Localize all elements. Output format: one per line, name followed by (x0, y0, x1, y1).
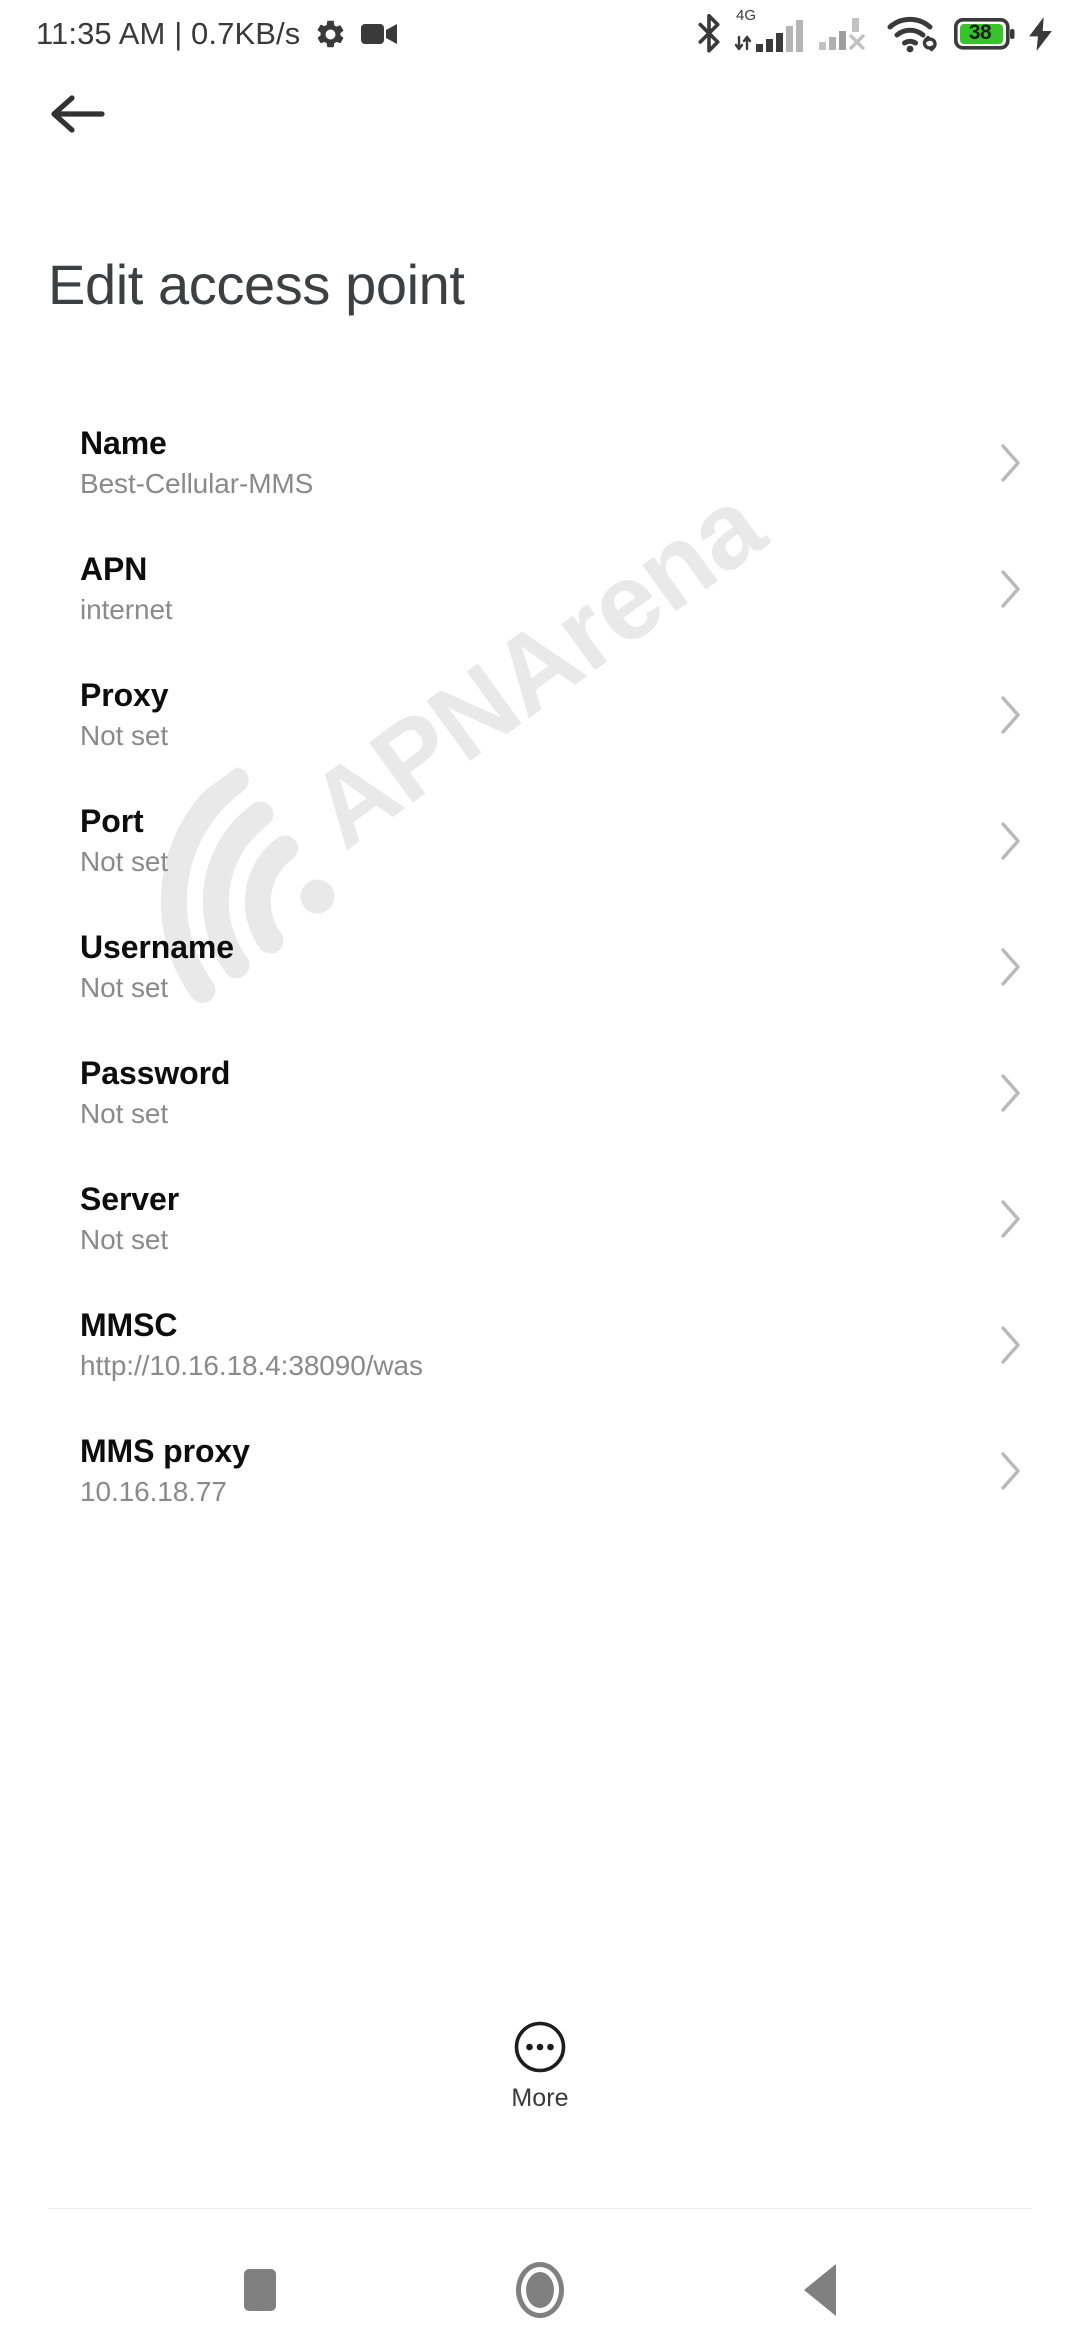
arrow-left-icon (51, 95, 105, 133)
navigation-bar (0, 2240, 1080, 2340)
row-value: http://10.16.18.4:38090/was (80, 1350, 423, 1382)
row-title: Username (80, 928, 234, 965)
charging-bolt-icon (1029, 17, 1052, 51)
status-bar-left: 11:35 AM | 0.7KB/s (36, 16, 398, 52)
row-text: Password Not set (80, 1055, 974, 1132)
network-type-label: 4G (736, 7, 757, 24)
row-value: 10.16.18.77 (80, 1476, 227, 1508)
row-title: MMSC (80, 1306, 178, 1343)
wifi-icon (887, 16, 937, 53)
home-circle-icon (516, 2262, 564, 2318)
row-text: APN internet (80, 551, 974, 628)
row-title: Name (80, 424, 167, 461)
chevron-right-icon (994, 444, 1028, 482)
setting-row-mmsc[interactable]: MMSC http://10.16.18.4:38090/was (0, 1282, 1080, 1408)
chevron-right-icon (994, 1200, 1028, 1238)
back-button[interactable] (44, 78, 136, 150)
setting-row-proxy[interactable]: Proxy Not set (0, 652, 1080, 778)
row-title: Server (80, 1180, 180, 1217)
setting-row-apn[interactable]: APN internet (0, 526, 1080, 652)
row-title: Proxy (80, 676, 169, 713)
phone-screen: APNArena 11:35 AM | 0.7KB/s 4G 38 Edit a… (0, 0, 1080, 2340)
chevron-right-icon (994, 570, 1028, 608)
chevron-right-icon (994, 1326, 1028, 1364)
row-text: Port Not set (80, 803, 974, 880)
row-value: Not set (80, 846, 169, 878)
bottom-divider (48, 2208, 1032, 2209)
chevron-right-icon (994, 1074, 1028, 1112)
more-button[interactable]: More (0, 2020, 1080, 2113)
row-value: Not set (80, 972, 169, 1004)
setting-row-password[interactable]: Password Not set (0, 1030, 1080, 1156)
status-clock: 11:35 AM | 0.7KB/s (36, 16, 301, 51)
more-button-label: More (511, 2084, 569, 2112)
row-value: Not set (80, 720, 169, 752)
video-camera-icon (361, 24, 398, 44)
more-circle-icon (514, 2021, 566, 2073)
back-triangle-icon (804, 2264, 836, 2316)
row-text: MMSC http://10.16.18.4:38090/was (80, 1307, 974, 1384)
row-title: Password (80, 1054, 231, 1091)
chevron-right-icon (994, 948, 1028, 986)
status-bar-right: 4G 38 (696, 7, 1054, 57)
home-button[interactable] (480, 2250, 600, 2330)
status-bar: 11:35 AM | 0.7KB/s 4G 38 (0, 0, 1080, 68)
setting-row-username[interactable]: Username Not set (0, 904, 1080, 1030)
row-title: MMS proxy (80, 1432, 250, 1469)
chevron-right-icon (994, 822, 1028, 860)
chevron-right-icon (994, 1452, 1028, 1490)
setting-row-server[interactable]: Server Not set (0, 1156, 1080, 1282)
back-nav-button[interactable] (760, 2250, 880, 2330)
row-text: Proxy Not set (80, 677, 974, 754)
row-text: Name Best-Cellular-MMS (80, 425, 974, 502)
setting-row-name[interactable]: Name Best-Cellular-MMS (0, 400, 1080, 526)
signal-sim2-off-icon (819, 18, 865, 50)
row-value: Not set (80, 1098, 169, 1130)
row-value: internet (80, 594, 173, 626)
row-text: MMS proxy 10.16.18.77 (80, 1433, 974, 1510)
row-title: APN (80, 550, 148, 587)
row-title: Port (80, 802, 144, 839)
battery-percent-label: 38 (968, 21, 992, 44)
bluetooth-icon (698, 14, 720, 53)
battery-icon: 38 (954, 18, 1016, 50)
row-text: Username Not set (80, 929, 974, 1006)
setting-row-mms-proxy[interactable]: MMS proxy 10.16.18.77 (0, 1408, 1080, 1534)
row-text: Server Not set (80, 1181, 974, 1258)
recents-button[interactable] (200, 2250, 320, 2330)
signal-4g-icon: 4G (734, 7, 806, 57)
row-value: Best-Cellular-MMS (80, 468, 314, 500)
settings-list: Name Best-Cellular-MMS APN internet Prox… (0, 400, 1080, 1534)
page-title: Edit access point (48, 253, 465, 316)
recents-square-icon (244, 2269, 276, 2311)
gear-icon (317, 20, 344, 47)
row-value: Not set (80, 1224, 169, 1256)
setting-row-port[interactable]: Port Not set (0, 778, 1080, 904)
chevron-right-icon (994, 696, 1028, 734)
